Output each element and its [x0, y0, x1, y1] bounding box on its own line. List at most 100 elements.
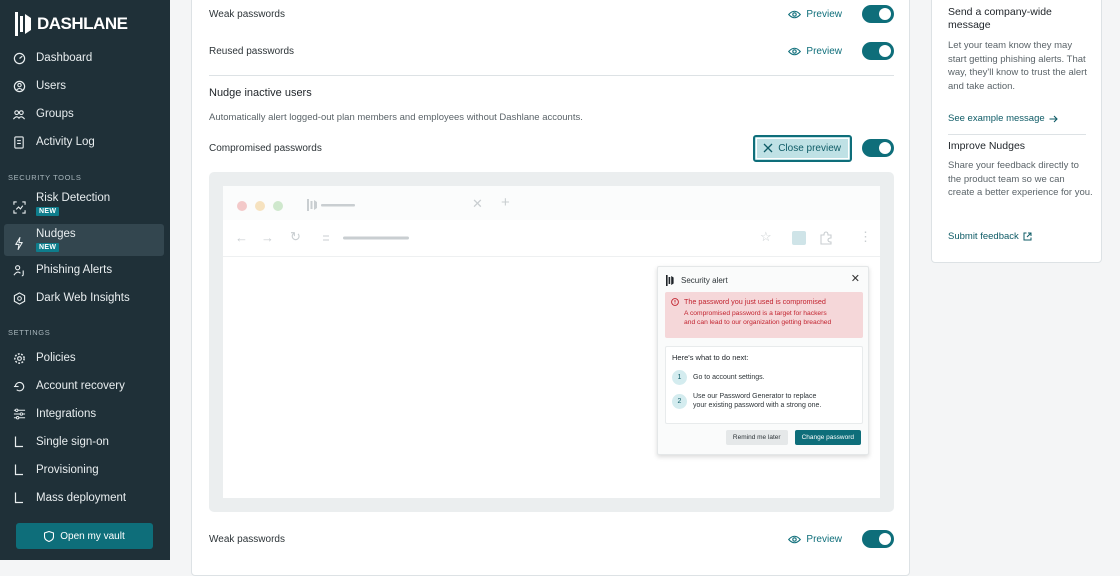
- window-dot: [273, 201, 283, 211]
- sidebar-item-groups[interactable]: Groups: [4, 99, 164, 129]
- submit-feedback-link[interactable]: Submit feedback: [948, 231, 1032, 242]
- risk-icon: [12, 200, 26, 214]
- next-steps-heading: Here's what to do next:: [672, 353, 749, 362]
- sidebar-item-activity-log[interactable]: Activity Log: [4, 127, 164, 157]
- sidebar-item-provisioning[interactable]: Provisioning: [4, 455, 164, 485]
- change-password-button[interactable]: Change password: [794, 430, 861, 445]
- link-label: Submit feedback: [948, 231, 1019, 242]
- sidebar: DASHLANE Dashboard Users Groups Activity…: [0, 0, 170, 560]
- darkweb-icon: [12, 291, 26, 305]
- warning-icon: [671, 297, 679, 306]
- improve-nudges-text: Share your feedback directly to the prod…: [948, 160, 1093, 198]
- sidebar-item-label: Mass deployment: [36, 492, 127, 504]
- nudge-row-weak-passwords-inactive: Weak passwords Preview: [209, 528, 894, 550]
- step-number: 1: [672, 370, 687, 385]
- new-badge: NEW: [36, 207, 60, 216]
- dashlane-mark-icon: [666, 275, 674, 286]
- phishing-icon: [12, 263, 26, 277]
- sidebar-item-label: Users: [36, 80, 67, 92]
- close-preview-button[interactable]: Close preview: [753, 134, 852, 162]
- dashlane-tab-icon: [307, 199, 355, 211]
- gauge-icon: [12, 51, 26, 65]
- side-info-card: Send a company-wide message Let your tea…: [931, 0, 1102, 263]
- alert-header: Security alert: [666, 275, 728, 286]
- nudge-preview-area: ✕ + ← → ↻ ☆ ⋮ Security alert ✕ The passw…: [209, 172, 894, 512]
- sidebar-item-label: Policies: [36, 352, 76, 364]
- danger-title: The password you just used is compromise…: [684, 297, 826, 306]
- arrow-right-icon: [1049, 115, 1058, 122]
- sidebar-item-label: Dashboard: [36, 52, 93, 64]
- address-bar-icon: [323, 235, 409, 241]
- tab-close-icon: ✕: [472, 196, 483, 211]
- close-preview-label: Close preview: [778, 142, 841, 154]
- log-icon: [12, 135, 26, 149]
- sidebar-item-single-sign-on[interactable]: Single sign-on: [4, 427, 164, 457]
- preview-link[interactable]: Preview: [788, 46, 842, 57]
- compromised-passwords-toggle[interactable]: [862, 139, 894, 157]
- eye-icon: [788, 47, 802, 55]
- alert-close-icon[interactable]: ✕: [851, 272, 860, 285]
- nudge-label: Weak passwords: [209, 533, 285, 545]
- sidebar-item-nudges[interactable]: Nudges NEW: [4, 224, 164, 256]
- sidebar-item-label: Risk Detection: [36, 192, 111, 204]
- preview-link[interactable]: Preview: [788, 534, 842, 545]
- browser-tab-bar: ✕ +: [223, 186, 880, 220]
- step-text: your existing password with a strong one…: [693, 402, 822, 409]
- reload-icon: ↻: [290, 229, 301, 244]
- preview-link[interactable]: Preview: [788, 9, 842, 20]
- alert-title: Security alert: [681, 276, 728, 285]
- see-example-message-link[interactable]: See example message: [948, 113, 1058, 124]
- gear-icon: [12, 351, 26, 365]
- preview-label: Preview: [806, 8, 842, 20]
- star-icon: ☆: [760, 229, 772, 244]
- weak-passwords-inactive-toggle[interactable]: [862, 530, 894, 548]
- step-item: 1 Go to account settings.: [672, 370, 856, 385]
- weak-passwords-toggle[interactable]: [862, 5, 894, 23]
- link-label: See example message: [948, 113, 1045, 124]
- next-steps-box: Here's what to do next: 1 Go to account …: [665, 346, 863, 424]
- sidebar-item-account-recovery[interactable]: Account recovery: [4, 371, 164, 401]
- user-icon: [12, 79, 26, 93]
- security-alert-popup: Security alert ✕ The password you just u…: [657, 266, 869, 455]
- remind-later-button[interactable]: Remind me later: [725, 430, 788, 445]
- nudge-label: Weak passwords: [209, 8, 285, 20]
- sidebar-item-label: Account recovery: [36, 380, 125, 392]
- sidebar-item-integrations[interactable]: Integrations: [4, 399, 164, 429]
- sidebar-item-mass-deployment[interactable]: Mass deployment: [4, 483, 164, 513]
- window-dot: [255, 201, 265, 211]
- dashlane-extension-icon: [792, 231, 806, 245]
- shield-icon: [44, 530, 55, 542]
- sidebar-item-dark-web-insights[interactable]: Dark Web Insights: [4, 283, 164, 313]
- browser-toolbar: ← → ↻ ☆ ⋮: [223, 220, 880, 257]
- step-text: Go to account settings.: [693, 374, 765, 381]
- sidebar-item-label: Provisioning: [36, 464, 99, 476]
- settings-heading: SETTINGS: [8, 328, 51, 337]
- branch-icon: [12, 435, 26, 449]
- open-vault-button[interactable]: Open my vault: [16, 523, 153, 549]
- sidebar-item-label: Phishing Alerts: [36, 264, 113, 276]
- inactive-users-description: Automatically alert logged-out plan memb…: [209, 112, 583, 123]
- danger-line: and can lead to our organization getting…: [684, 319, 832, 326]
- sidebar-item-users[interactable]: Users: [4, 71, 164, 101]
- preview-label: Preview: [806, 533, 842, 545]
- branch-icon: [12, 491, 26, 505]
- danger-line: A compromised password is a target for h…: [684, 310, 827, 317]
- sidebar-item-label: Nudges: [36, 228, 76, 240]
- sidebar-item-policies[interactable]: Policies: [4, 343, 164, 373]
- sidebar-item-dashboard[interactable]: Dashboard: [4, 43, 164, 73]
- step-text: Use our Password Generator to replace: [693, 393, 817, 400]
- new-tab-icon: +: [501, 194, 510, 211]
- dashlane-logo-icon: [15, 12, 31, 36]
- step-item: 2 Use our Password Generator to replace …: [672, 392, 856, 410]
- reused-passwords-toggle[interactable]: [862, 42, 894, 60]
- open-vault-label: Open my vault: [60, 530, 125, 542]
- close-icon: [763, 143, 773, 153]
- improve-nudges-title: Improve Nudges: [948, 140, 1026, 152]
- sidebar-item-phishing-alerts[interactable]: Phishing Alerts: [4, 255, 164, 285]
- sidebar-item-risk-detection[interactable]: Risk Detection NEW: [4, 188, 164, 220]
- groups-icon: [12, 107, 26, 121]
- dashlane-logo[interactable]: DASHLANE: [15, 12, 128, 36]
- company-message-text: Let your team know they may start gettin…: [948, 40, 1087, 92]
- window-dot: [237, 201, 247, 211]
- browser-mockup: ✕ + ← → ↻ ☆ ⋮ Security alert ✕ The passw…: [223, 186, 880, 498]
